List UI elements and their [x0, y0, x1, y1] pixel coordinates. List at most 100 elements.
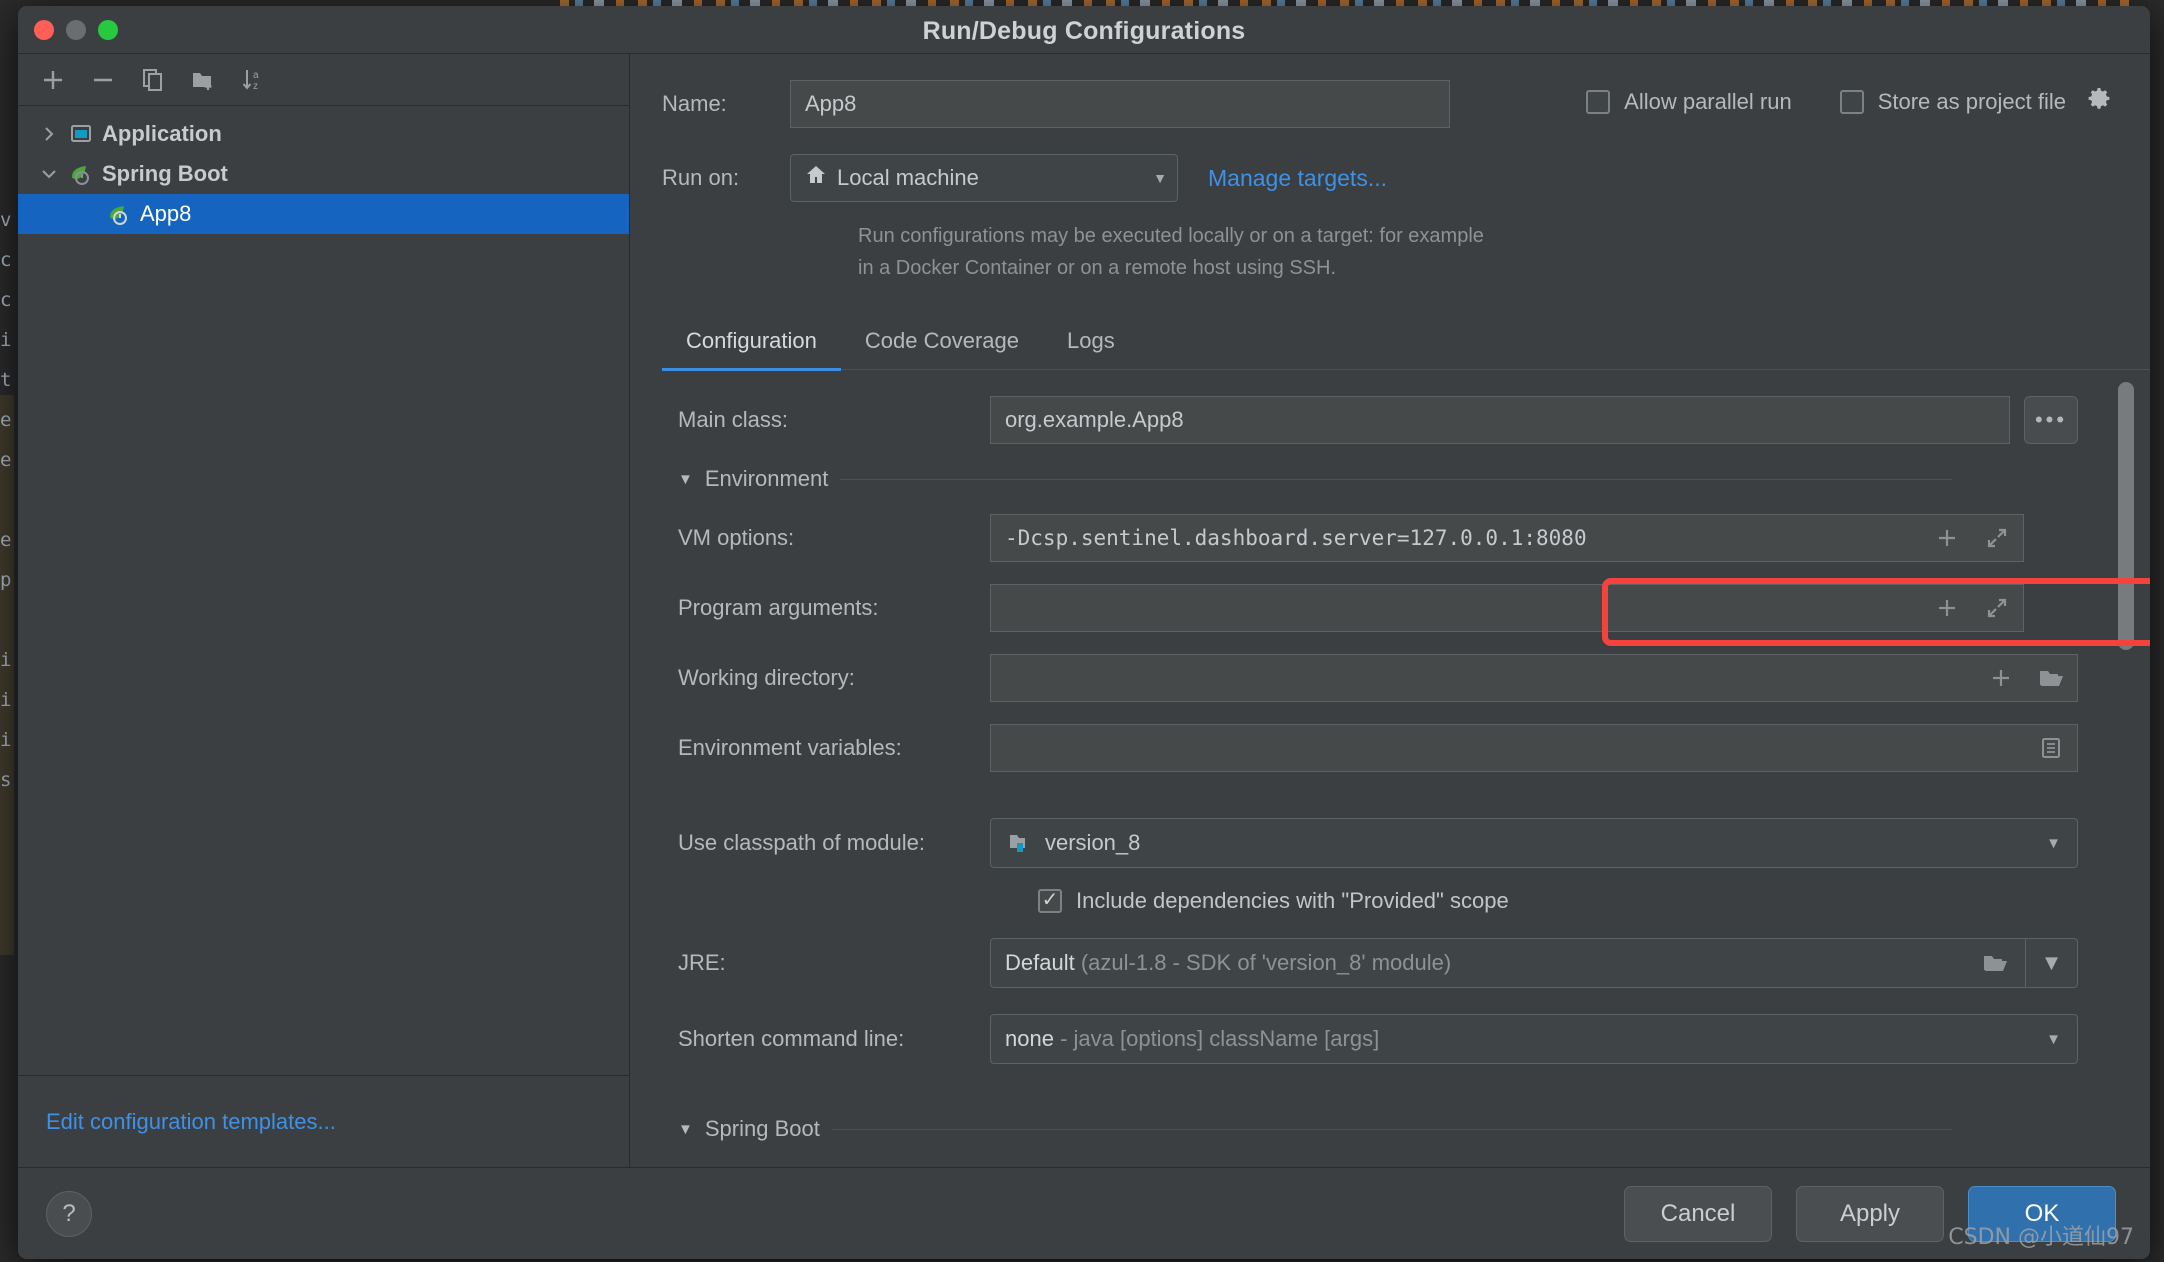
- main-class-value: org.example.App8: [1005, 407, 2003, 433]
- expand-editor-icon[interactable]: [1977, 588, 2017, 628]
- program-arguments-row: Program arguments:: [678, 584, 2078, 632]
- configurations-sidebar: a z A: [18, 54, 630, 1167]
- edit-variables-list-icon[interactable]: [2031, 728, 2071, 768]
- run-on-description: Run configurations may be executed local…: [858, 220, 1498, 284]
- environment-variables-row: Environment variables:: [678, 724, 2078, 772]
- vm-options-input[interactable]: -Dcsp.sentinel.dashboard.server=127.0.0.…: [990, 514, 2024, 562]
- chevron-down-icon: ▼: [678, 1121, 693, 1138]
- copy-icon: [140, 67, 166, 93]
- browse-main-class-button[interactable]: •••: [2024, 396, 2078, 444]
- program-arguments-input[interactable]: [990, 584, 2024, 632]
- tab-logs[interactable]: Logs: [1043, 318, 1139, 371]
- remove-configuration-button[interactable]: [82, 60, 124, 100]
- jre-value: Default: [1005, 950, 1075, 975]
- vm-options-value: -Dcsp.sentinel.dashboard.server=127.0.0.…: [1005, 526, 1917, 550]
- shorten-command-line-hint: - java [options] className [args]: [1060, 1026, 1379, 1051]
- svg-text:z: z: [253, 81, 258, 92]
- tree-item-app8[interactable]: App8: [18, 194, 629, 234]
- checkbox-box: [1840, 90, 1864, 114]
- program-arguments-label: Program arguments:: [678, 595, 990, 621]
- cancel-button[interactable]: Cancel: [1624, 1186, 1772, 1242]
- svg-text:a: a: [253, 70, 259, 81]
- manage-targets-link[interactable]: Manage targets...: [1208, 165, 1387, 192]
- name-input[interactable]: App8: [790, 80, 1450, 128]
- name-label: Name:: [662, 91, 790, 117]
- environment-variables-label: Environment variables:: [678, 735, 990, 761]
- spring-leaf-icon: [102, 200, 136, 228]
- spring-boot-section-header[interactable]: ▼ Spring Boot: [678, 1116, 2078, 1142]
- dialog-footer: ? Cancel Apply OK CSDN @小道仙97: [18, 1167, 2150, 1259]
- shorten-command-line-select[interactable]: none - java [options] className [args] ▼: [990, 1014, 2078, 1064]
- detail-tabs: Configuration Code Coverage Logs: [662, 318, 2150, 370]
- help-button[interactable]: ?: [46, 1191, 92, 1237]
- folder-add-icon: [190, 67, 216, 93]
- shorten-command-line-label: Shorten command line:: [678, 1026, 990, 1052]
- use-classpath-of-module-value: version_8: [1045, 830, 2036, 856]
- environment-variables-input[interactable]: [990, 724, 2078, 772]
- edit-configuration-templates-link[interactable]: Edit configuration templates...: [46, 1109, 336, 1135]
- vm-options-row: VM options: -Dcsp.sentinel.dashboard.ser…: [678, 514, 2078, 562]
- chevron-down-icon[interactable]: [34, 166, 64, 182]
- environment-section-header[interactable]: ▼ Environment: [678, 466, 2078, 492]
- home-icon: [805, 164, 827, 192]
- window-titlebar: Run/Debug Configurations: [18, 6, 2150, 54]
- store-as-project-file-checkbox[interactable]: Store as project file: [1840, 86, 2112, 118]
- application-icon: [64, 121, 98, 147]
- browse-folder-icon[interactable]: [1975, 943, 2015, 983]
- store-as-project-file-label: Store as project file: [1878, 89, 2066, 115]
- sidebar-footer: Edit configuration templates...: [18, 1075, 629, 1167]
- working-directory-input[interactable]: [990, 654, 2078, 702]
- allow-parallel-run-checkbox[interactable]: Allow parallel run: [1586, 89, 1792, 115]
- main-class-input[interactable]: org.example.App8: [990, 396, 2010, 444]
- chevron-down-icon: ▼: [2046, 1031, 2069, 1048]
- backdrop-left-code: v c c i t e e e p i i i s: [0, 200, 14, 1262]
- tree-item-label: App8: [136, 201, 191, 227]
- minus-icon: [90, 67, 116, 93]
- run-debug-configurations-dialog: Run/Debug Configurations: [18, 6, 2150, 1259]
- gear-icon[interactable]: [2086, 86, 2112, 118]
- browse-folder-icon[interactable]: [2031, 658, 2071, 698]
- working-directory-row: Working directory:: [678, 654, 2078, 702]
- tree-item-label: Application: [98, 121, 222, 147]
- jre-dropdown-button[interactable]: ▼: [2025, 939, 2077, 987]
- section-divider: [840, 479, 1952, 480]
- tree-item-spring-boot[interactable]: Spring Boot: [18, 154, 629, 194]
- working-directory-label: Working directory:: [678, 665, 990, 691]
- sort-alpha-icon: a z: [240, 67, 266, 93]
- jre-label: JRE:: [678, 950, 990, 976]
- run-on-row: Run on: Local machine ▼ Manage targets..…: [662, 154, 2150, 202]
- jre-select[interactable]: Default (azul-1.8 - SDK of 'version_8' m…: [990, 938, 2078, 988]
- add-macro-icon[interactable]: [1927, 588, 1967, 628]
- jre-value-detail: (azul-1.8 - SDK of 'version_8' module): [1081, 950, 1451, 975]
- chevron-right-icon[interactable]: [34, 126, 64, 142]
- tab-configuration[interactable]: Configuration: [662, 318, 841, 371]
- apply-button[interactable]: Apply: [1796, 1186, 1944, 1242]
- include-provided-scope-checkbox[interactable]: ✓ Include dependencies with "Provided" s…: [1038, 888, 2078, 914]
- run-on-select[interactable]: Local machine ▼: [790, 154, 1178, 202]
- module-icon: [1005, 823, 1035, 863]
- tree-item-application[interactable]: Application: [18, 114, 629, 154]
- shorten-command-line-row: Shorten command line: none - java [optio…: [678, 1014, 2078, 1064]
- detail-header: Name: App8 Run on: Local machine: [630, 54, 2150, 284]
- move-into-folder-button[interactable]: [182, 60, 224, 100]
- shorten-command-line-value: none: [1005, 1026, 1054, 1051]
- configuration-form-scroll: Main class: org.example.App8 ••• ▼ Envir…: [630, 370, 2150, 1167]
- name-input-value: App8: [805, 91, 856, 117]
- use-classpath-of-module-select[interactable]: version_8 ▼: [990, 818, 2078, 868]
- chevron-down-icon: ▼: [2046, 835, 2069, 852]
- form-vertical-scrollbar[interactable]: [2118, 382, 2134, 650]
- allow-parallel-run-label: Allow parallel run: [1624, 89, 1792, 115]
- main-class-label: Main class:: [678, 407, 990, 433]
- sidebar-toolbar: a z: [18, 54, 629, 106]
- configurations-tree: Application Spring Boot: [18, 106, 629, 1075]
- tab-code-coverage[interactable]: Code Coverage: [841, 318, 1043, 371]
- tree-item-label: Spring Boot: [98, 161, 228, 187]
- sort-configurations-button[interactable]: a z: [232, 60, 274, 100]
- copy-configuration-button[interactable]: [132, 60, 174, 100]
- expand-editor-icon[interactable]: [1977, 518, 2017, 558]
- configuration-detail-pane: Name: App8 Run on: Local machine: [630, 54, 2150, 1167]
- add-macro-icon[interactable]: [1927, 518, 1967, 558]
- csdn-watermark: CSDN @小道仙97: [1948, 1219, 2134, 1251]
- add-configuration-button[interactable]: [32, 60, 74, 100]
- add-macro-icon[interactable]: [1981, 658, 2021, 698]
